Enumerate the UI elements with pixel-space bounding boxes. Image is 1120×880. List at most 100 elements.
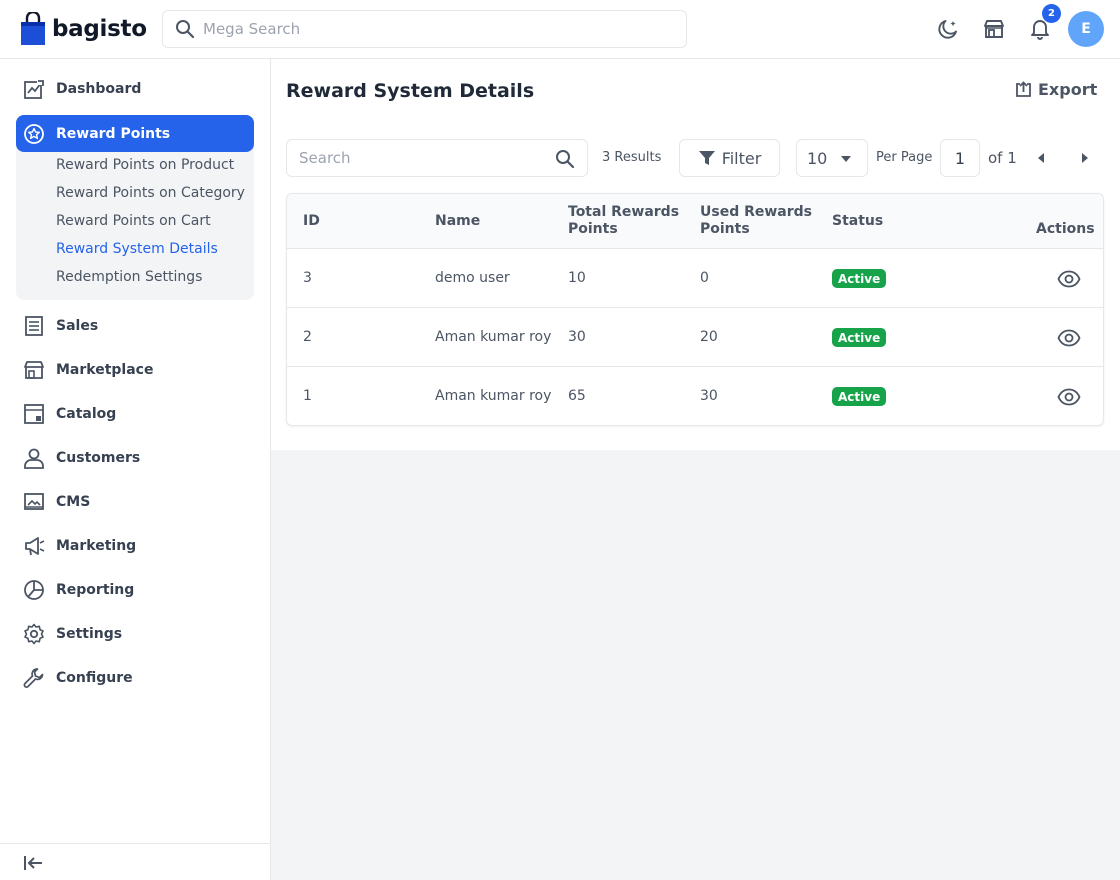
per-page-label: Per Page — [876, 150, 933, 165]
caret-down-icon — [841, 156, 851, 162]
dashboard-icon — [23, 78, 45, 100]
submenu-item-product[interactable]: Reward Points on Product — [56, 157, 234, 173]
pie-icon — [23, 579, 45, 601]
cell-used-points: 0 — [700, 270, 709, 286]
sidebar-footer — [0, 843, 270, 880]
column-header-total-rewards-line1: Total Rewards — [568, 204, 680, 220]
table-row: 2 Aman kumar roy 30 20 Active — [287, 308, 1103, 367]
column-header-used-rewards-line2: Points — [700, 221, 750, 237]
cell-total-points: 10 — [568, 270, 586, 286]
sidebar-item-sales[interactable]: Sales — [16, 308, 254, 344]
notification-badge: 2 — [1042, 4, 1061, 23]
cell-id: 1 — [303, 388, 312, 404]
top-header: bagisto 2 E — [0, 0, 1120, 59]
cell-total-points: 65 — [568, 388, 586, 404]
column-header-total-rewards[interactable]: Total Rewards Points — [568, 204, 679, 238]
results-count: 3 Results — [602, 150, 662, 165]
logo-text: bagisto — [52, 16, 147, 42]
status-badge: Active — [832, 269, 887, 288]
bag-logo-icon — [20, 10, 46, 46]
sidebar-item-catalog[interactable]: Catalog — [16, 396, 254, 432]
next-page-icon[interactable] — [1082, 153, 1088, 163]
moon-icon[interactable] — [935, 16, 961, 42]
table-row: 1 Aman kumar roy 65 30 Active — [287, 367, 1103, 426]
sidebar-item-reporting[interactable]: Reporting — [16, 572, 254, 608]
page-of-label: of 1 — [988, 149, 1017, 167]
export-button[interactable]: Export — [1015, 80, 1097, 99]
export-icon — [1016, 81, 1031, 97]
sidebar-item-dashboard[interactable]: Dashboard — [16, 71, 254, 107]
mega-search-input[interactable] — [203, 20, 643, 38]
submenu-item-cart[interactable]: Reward Points on Cart — [56, 213, 211, 229]
status-badge: Active — [832, 387, 887, 406]
filter-button[interactable]: Filter — [679, 139, 780, 177]
sidebar-item-label: Configure — [56, 670, 133, 686]
sidebar-item-label: Customers — [56, 450, 141, 466]
cell-name: demo user — [435, 270, 510, 286]
cell-id: 3 — [303, 270, 312, 286]
sidebar-item-label: Marketing — [56, 538, 137, 554]
column-header-status[interactable]: Status — [832, 213, 883, 230]
search-icon — [176, 20, 195, 39]
store-icon — [23, 359, 45, 381]
wrench-icon — [23, 667, 45, 689]
sidebar-item-customers[interactable]: Customers — [16, 440, 254, 476]
bagisto-logo[interactable]: bagisto — [20, 10, 147, 46]
mega-search-box[interactable] — [162, 10, 687, 48]
submenu-item-redemption-settings[interactable]: Redemption Settings — [56, 269, 202, 285]
sidebar-item-marketing[interactable]: Marketing — [16, 528, 254, 564]
megaphone-icon — [23, 535, 45, 557]
filter-icon — [698, 151, 715, 165]
status-badge: Active — [832, 328, 887, 347]
per-page-value: 10 — [807, 148, 828, 168]
cell-name: Aman kumar roy — [435, 329, 552, 345]
column-header-used-rewards[interactable]: Used Rewards Points — [700, 204, 812, 238]
column-header-total-rewards-line2: Points — [568, 221, 618, 237]
catalog-icon — [23, 403, 45, 425]
eye-icon[interactable] — [1057, 326, 1081, 350]
sidebar-item-label: Settings — [56, 626, 123, 642]
column-header-actions: Actions — [1036, 221, 1095, 237]
datagrid-search-input[interactable] — [299, 149, 549, 167]
cell-used-points: 30 — [700, 388, 718, 404]
gear-icon — [23, 623, 45, 645]
star-icon — [23, 123, 45, 145]
sidebar-item-reward-points[interactable]: Reward Points — [16, 115, 254, 152]
cell-total-points: 30 — [568, 329, 586, 345]
eye-icon[interactable] — [1057, 385, 1081, 409]
previous-page-icon[interactable] — [1038, 153, 1044, 163]
cms-icon — [23, 491, 45, 513]
column-header-name[interactable]: Name — [435, 213, 480, 230]
sidebar-item-cms[interactable]: CMS — [16, 484, 254, 520]
sidebar-item-label: Sales — [56, 318, 99, 334]
datagrid-search-box[interactable] — [286, 139, 588, 177]
sidebar-item-label: Reward Points — [56, 125, 171, 142]
eye-icon[interactable] — [1057, 267, 1081, 291]
table-header: ID Name Total Rewards Points Used Reward… — [287, 194, 1103, 249]
collapse-sidebar-icon[interactable] — [22, 854, 44, 872]
main-background — [271, 450, 1120, 880]
reward-details-table: ID Name Total Rewards Points Used Reward… — [286, 193, 1104, 426]
sidebar-item-label: Reporting — [56, 582, 135, 598]
sidebar-item-label: Dashboard — [56, 81, 142, 97]
submenu-item-category[interactable]: Reward Points on Category — [56, 185, 245, 201]
sidebar-item-settings[interactable]: Settings — [16, 616, 254, 652]
submenu-item-reward-system-details[interactable]: Reward System Details — [56, 241, 218, 257]
sidebar-item-marketplace[interactable]: Marketplace — [16, 352, 254, 388]
store-icon[interactable] — [981, 16, 1007, 42]
sidebar-item-label: Marketplace — [56, 362, 154, 378]
user-avatar[interactable]: E — [1068, 11, 1104, 47]
per-page-select[interactable]: 10 — [796, 139, 868, 177]
user-icon — [23, 447, 45, 469]
page-number-input[interactable] — [940, 139, 980, 177]
cell-name: Aman kumar roy — [435, 388, 552, 404]
sidebar-item-label: Catalog — [56, 406, 117, 422]
search-icon[interactable] — [555, 149, 575, 169]
page-title: Reward System Details — [286, 80, 535, 102]
export-label: Export — [1038, 80, 1098, 99]
cell-id: 2 — [303, 329, 312, 345]
sidebar: Dashboard Reward Points Reward Points on… — [0, 59, 271, 880]
column-header-id[interactable]: ID — [303, 213, 320, 230]
sidebar-item-label: CMS — [56, 494, 91, 510]
sidebar-item-configure[interactable]: Configure — [16, 660, 254, 696]
